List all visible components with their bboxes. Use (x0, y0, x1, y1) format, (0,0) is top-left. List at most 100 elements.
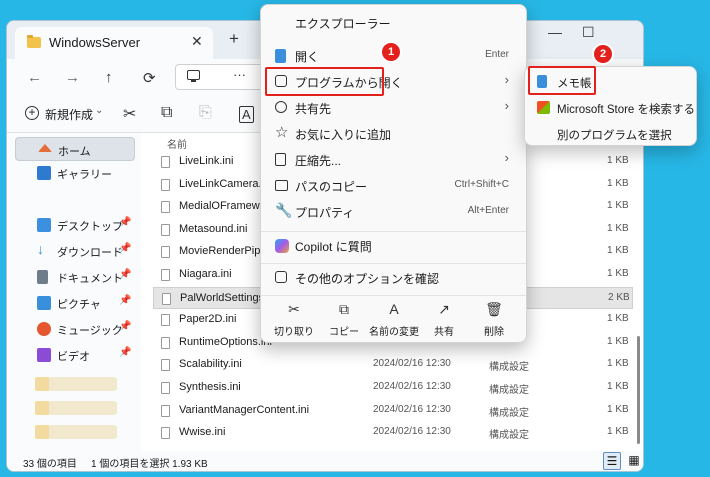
copy-path-icon (275, 180, 288, 191)
pin-icon: 📌 (119, 295, 132, 306)
highlight-notepad (528, 66, 596, 95)
sidebar-item-label: ホーム (58, 146, 91, 158)
download-icon: ↓ (37, 241, 44, 257)
video-icon (37, 348, 51, 362)
file-date: 2024/02/16 12:30 (373, 426, 451, 438)
file-name: Metasound.ini (179, 222, 248, 235)
copy-button[interactable]: ⧉ コピー (321, 299, 367, 341)
copy-icon[interactable]: ⧉ (161, 104, 172, 122)
share-icon: ↗ (438, 301, 450, 317)
menu-item-more-options[interactable]: その他のオプションを確認 (269, 265, 519, 291)
rename-button[interactable]: A 名前の変更 (369, 299, 419, 341)
desktop-icon (37, 218, 51, 232)
menu-separator (261, 231, 526, 232)
ini-file-icon (161, 201, 170, 214)
menu-item-compress[interactable]: 圧縮先... › (269, 147, 519, 173)
ini-file-icon (161, 269, 170, 281)
rename-icon[interactable]: A (239, 106, 254, 123)
forward-button[interactable]: → (65, 69, 80, 86)
gallery-icon (37, 166, 51, 180)
menu-item-properties[interactable]: 🔧 プロパティ Alt+Enter (269, 199, 519, 225)
share-button[interactable]: ↗ 共有 (421, 299, 467, 341)
column-header-name[interactable]: 名前 (167, 136, 187, 151)
sidebar-item-music[interactable]: ミュージック 📌 (15, 317, 135, 341)
paste-icon[interactable]: ⎘ (199, 104, 212, 122)
scrollbar[interactable] (637, 336, 640, 444)
highlight-open-with (265, 67, 384, 96)
menu-separator (261, 263, 526, 264)
sidebar-item-home[interactable]: ホーム (15, 137, 135, 161)
submenu-item-choose-app[interactable]: 別のプログラムを選択 (533, 122, 695, 146)
breadcrumb-overflow-button[interactable]: ··· (233, 67, 246, 82)
ini-file-icon (161, 359, 170, 372)
pin-icon: 📌 (119, 269, 132, 280)
chevron-down-icon: ⌄ (95, 105, 104, 116)
sidebar-item-gallery[interactable]: ギャラリー (15, 161, 135, 185)
file-date: 2024/02/16 12:30 (373, 358, 451, 370)
sidebar-item-label: ギャラリー (57, 169, 112, 181)
pin-icon: 📌 (119, 347, 132, 358)
submenu-item-store[interactable]: Microsoft Store を検索する (533, 96, 695, 120)
delete-button[interactable]: 🗑 削除 (471, 299, 517, 341)
menu-item-share-with[interactable]: 共有先 › (269, 95, 519, 121)
file-name: LiveLinkCamera.ini (179, 177, 273, 190)
menu-item-add-favorites[interactable]: ☆ お気に入りに追加 (269, 121, 519, 147)
sidebar-item-pictures[interactable]: ピクチャ 📌 (15, 291, 135, 315)
file-name: Wwise.ini (179, 426, 226, 439)
more-options-icon (275, 271, 287, 283)
tab-windowsserver[interactable]: WindowsServer ✕ (15, 27, 213, 59)
back-button[interactable]: ← (27, 69, 42, 86)
table-row[interactable]: Synthesis.ini 2024/02/16 12:30 構成設定 1 KB (153, 377, 633, 399)
sidebar-item-documents[interactable]: ドキュメント 📌 (15, 265, 135, 289)
notepad-icon (275, 49, 286, 63)
cut-button[interactable]: ✂ 切り取り (271, 299, 317, 341)
menu-item-shortcut: Alt+Enter (467, 205, 509, 216)
file-type: 構成設定 (489, 362, 529, 374)
blurred-folder-item[interactable] (35, 425, 117, 439)
zip-icon (275, 153, 286, 166)
file-size: 2 KB (608, 291, 630, 303)
cut-icon: ✂ (288, 301, 300, 317)
sidebar-item-downloads[interactable]: ↓ ダウンロード 📌 (15, 239, 135, 263)
blurred-folder-item[interactable] (35, 377, 117, 391)
wrench-icon: 🔧 (275, 202, 293, 218)
new-tab-button[interactable]: + (229, 29, 239, 49)
menu-item-ask-copilot[interactable]: Copilot に質問 (269, 233, 519, 259)
menu-item-label: お気に入りに追加 (295, 128, 392, 142)
sidebar-item-label: ミュージック (57, 325, 123, 337)
tiles-view-icon[interactable]: ▦ (625, 452, 643, 470)
file-size: 1 KB (607, 245, 629, 257)
minimize-button[interactable]: — (548, 24, 562, 40)
file-name: VariantManagerContent.ini (179, 403, 310, 416)
ini-file-icon (161, 314, 170, 327)
cut-icon[interactable]: ✂ (123, 104, 136, 124)
menu-item-shortcut: Enter (485, 49, 509, 60)
sidebar-item-videos[interactable]: ビデオ 📌 (15, 343, 135, 367)
file-size: 1 KB (607, 222, 629, 234)
up-button[interactable]: ↑ (105, 69, 113, 86)
table-row[interactable]: VariantManagerContent.ini 2024/02/16 12:3… (153, 400, 633, 422)
maximize-button[interactable]: ☐ (582, 24, 595, 41)
table-row[interactable]: Scalability.ini 2024/02/16 12:30 構成設定 1 KB (153, 354, 633, 376)
file-size: 1 KB (607, 335, 629, 347)
submenu-item-label: 別のプログラムを選択 (557, 130, 672, 142)
menu-item-label: プロパティ (295, 206, 355, 220)
table-row[interactable]: Wwise.ini 2024/02/16 12:30 構成設定 1 KB (153, 422, 633, 444)
menu-item-label: 圧縮先... (295, 154, 342, 168)
menu-item-copy-path[interactable]: パスのコピー Ctrl+Shift+C (269, 173, 519, 199)
item-count: 33 個の項目 (23, 459, 77, 470)
new-button-label: 新規作成 (45, 108, 94, 122)
ini-file-icon (161, 336, 170, 349)
blurred-folder-item[interactable] (35, 401, 117, 415)
callout-badge-2: 2 (592, 43, 614, 65)
refresh-button[interactable]: ⟳ (143, 69, 156, 87)
star-icon: ☆ (275, 124, 289, 141)
home-icon (38, 144, 52, 152)
sidebar-item-desktop[interactable]: デスクトップ 📌 (15, 213, 135, 237)
pictures-icon (37, 296, 51, 310)
plus-icon: + (25, 106, 39, 120)
delete-label: 削除 (484, 327, 504, 338)
navigation-pane: ホーム ギャラリー デスクトップ 📌 ↓ ダウンロード 📌 ドキュメント 📌 ピ… (7, 133, 141, 451)
tab-close-button[interactable]: ✕ (191, 33, 203, 50)
details-view-icon[interactable]: ☰ (603, 452, 621, 470)
